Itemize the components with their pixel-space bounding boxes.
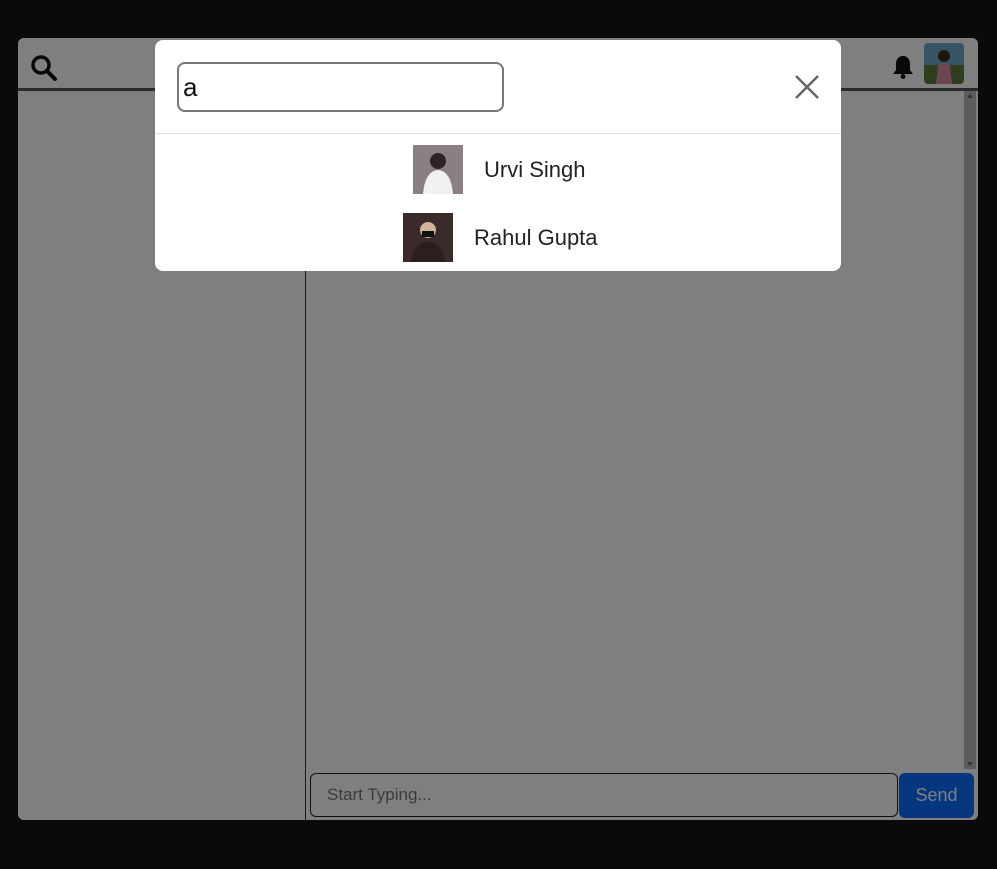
user-avatar [413,145,463,194]
search-modal: a Urvi Singh Rahul Gupta [155,40,841,271]
close-icon[interactable] [793,73,821,101]
search-input[interactable]: a [177,62,504,112]
search-result-name: Urvi Singh [484,156,586,182]
search-result-item[interactable]: Urvi Singh [413,145,585,194]
search-result-name: Rahul Gupta [474,224,598,250]
search-modal-header: a [155,40,841,134]
search-result-item[interactable]: Rahul Gupta [403,213,598,262]
user-avatar [403,213,453,262]
